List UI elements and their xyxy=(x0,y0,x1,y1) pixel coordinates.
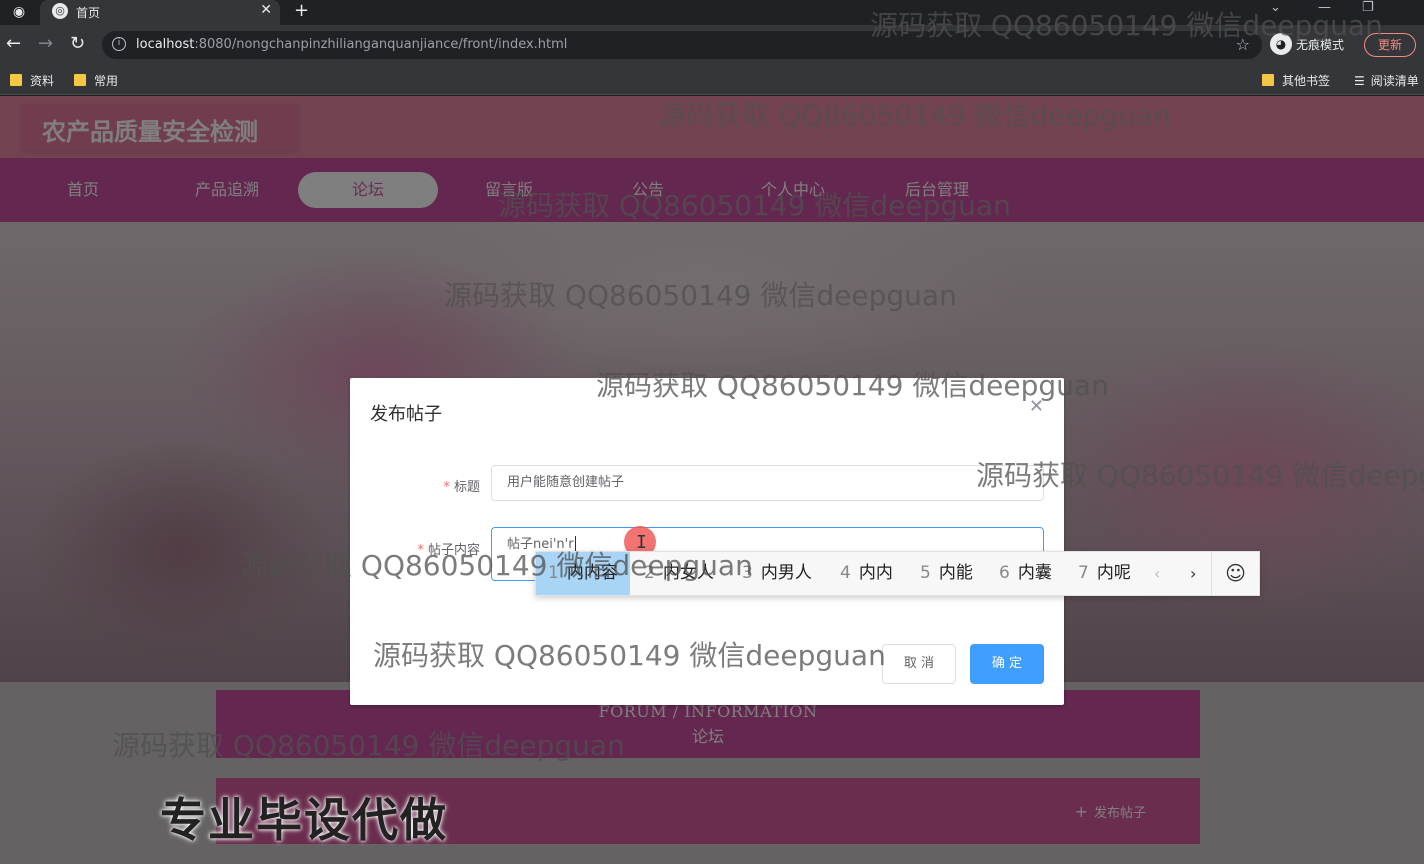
site-info-icon[interactable]: i xyxy=(112,37,126,51)
reload-icon[interactable]: ↻ xyxy=(70,34,85,54)
tab-search-icon[interactable]: ◉ xyxy=(10,3,28,21)
content-label: * 帖子内容 xyxy=(417,543,480,558)
bookmarks-bar: 资料 常用 其他书签 ☰ 阅读清单 xyxy=(0,65,1424,95)
folder-icon xyxy=(74,74,86,86)
ime-emoji-icon[interactable]: ☺ xyxy=(1211,552,1259,595)
incognito-icon: ◕ xyxy=(1270,33,1292,55)
ime-candidate[interactable]: 5 内能 xyxy=(920,552,973,595)
new-post-dialog: 发布帖子 ✕ * 标题 用户能随意创建帖子 * 帖子内容 帖子nei'n'r 取 消… xyxy=(350,378,1064,705)
new-tab-icon[interactable]: + xyxy=(294,0,309,22)
back-icon[interactable]: ← xyxy=(6,34,21,54)
ime-candidate[interactable]: 7 内呢 xyxy=(1078,552,1131,595)
ime-prev-page-icon[interactable]: ‹ xyxy=(1154,552,1160,595)
folder-icon xyxy=(1262,74,1274,86)
bookmark-star-icon[interactable]: ☆ xyxy=(1236,35,1250,54)
tab-strip: ◉ ◎ 首页 ✕ + ⌄ — ❐ xyxy=(0,0,1424,25)
title-input[interactable]: 用户能随意创建帖子 xyxy=(491,465,1044,501)
other-bookmarks[interactable]: 其他书签 xyxy=(1262,72,1330,89)
ime-candidate[interactable]: 4 内内 xyxy=(840,552,893,595)
forward-icon[interactable]: → xyxy=(38,34,53,54)
reading-list[interactable]: ☰ 阅读清单 xyxy=(1354,72,1419,89)
minimize-icon[interactable]: — xyxy=(1318,0,1331,15)
folder-icon xyxy=(10,74,22,86)
ime-candidate[interactable]: 3 内男人 xyxy=(742,552,812,595)
restore-icon[interactable]: ❐ xyxy=(1362,0,1374,15)
title-label: * 标题 xyxy=(443,480,480,495)
confirm-button[interactable]: 确 定 xyxy=(970,644,1044,684)
ime-candidate-bar: 1 内内容 2 内女人 3 内男人 4 内内 5 内能 6 内囊 7 内呢 ‹ › ☺ xyxy=(535,551,1260,596)
ime-candidate[interactable]: 2 内女人 xyxy=(644,552,714,595)
browser-tab[interactable]: ◎ 首页 ✕ xyxy=(40,0,280,25)
reading-list-icon: ☰ xyxy=(1354,74,1365,88)
text-cursor-icon: I xyxy=(636,532,647,553)
close-icon[interactable]: ✕ xyxy=(1029,396,1044,417)
url-text[interactable]: localhost:8080/nongchanpinzhilianganquan… xyxy=(136,37,567,52)
address-bar: ← → ↻ i localhost:8080/nongchanpinzhilia… xyxy=(0,25,1424,65)
dialog-title: 发布帖子 xyxy=(370,404,442,425)
incognito-indicator[interactable]: ◕ 无痕模式 xyxy=(1270,33,1344,57)
ime-next-page-icon[interactable]: › xyxy=(1190,552,1196,595)
promo-banner-text: 专业毕设代做 xyxy=(160,793,448,847)
bookmark-folder[interactable]: 资料 xyxy=(10,72,54,89)
ime-candidate[interactable]: 1 内内容 xyxy=(536,552,630,595)
update-button[interactable]: 更新 xyxy=(1364,33,1416,57)
bookmark-folder[interactable]: 常用 xyxy=(74,72,118,89)
tab-close-icon[interactable]: ✕ xyxy=(260,2,272,18)
globe-icon: ◎ xyxy=(52,3,68,19)
cancel-button[interactable]: 取 消 xyxy=(882,644,956,684)
ime-candidate[interactable]: 6 内囊 xyxy=(999,552,1052,595)
text-caret xyxy=(574,536,576,551)
tab-title: 首页 xyxy=(76,6,101,20)
tab-search-chevron-icon[interactable]: ⌄ xyxy=(1270,0,1281,15)
omnibox[interactable]: i localhost:8080/nongchanpinzhilianganqu… xyxy=(102,31,1262,59)
